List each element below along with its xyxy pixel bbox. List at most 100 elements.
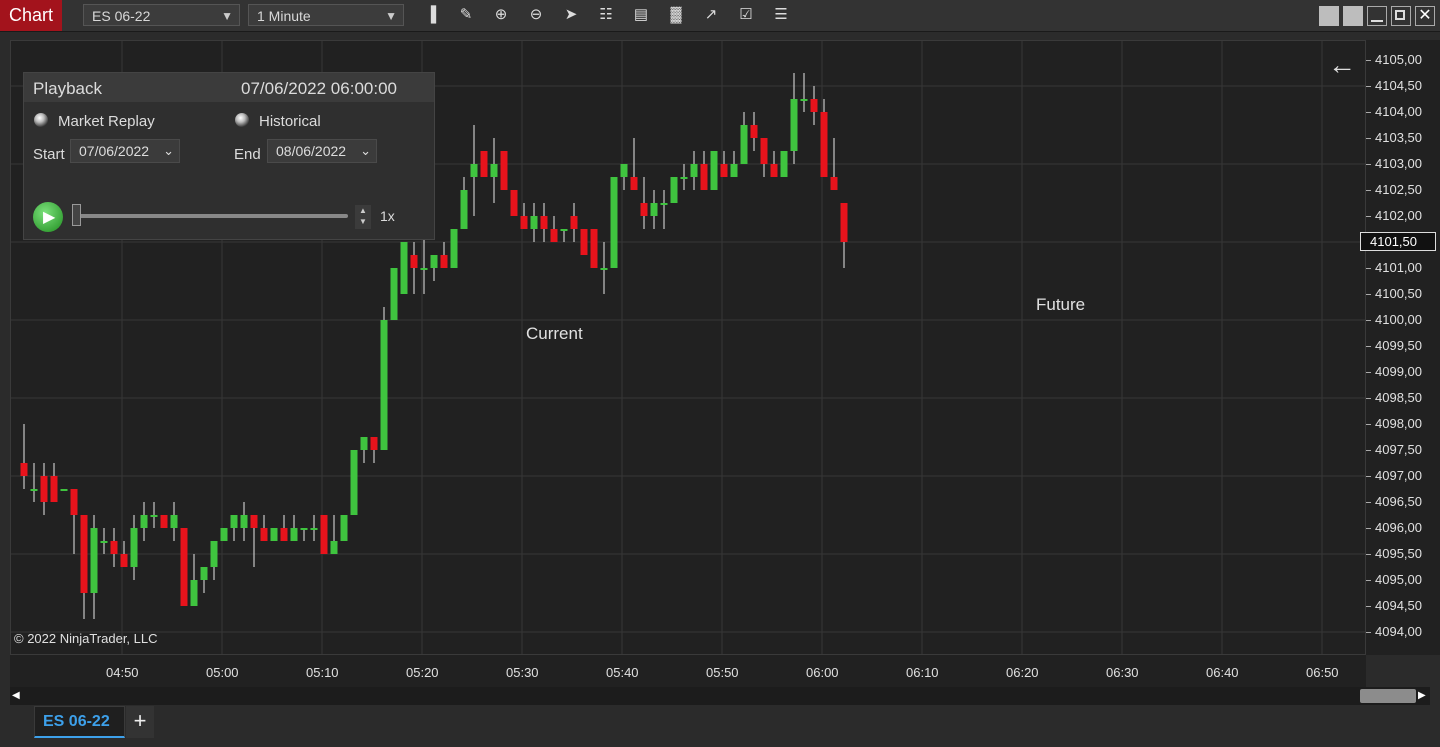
price-tick-label: 4101,00 <box>1375 260 1422 275</box>
candle <box>460 177 468 229</box>
candle <box>360 437 368 463</box>
historical-radio[interactable] <box>235 113 249 127</box>
candle-body <box>20 463 28 476</box>
playback-slider-thumb[interactable] <box>72 204 81 226</box>
playback-slider-track[interactable] <box>76 214 348 218</box>
candle <box>670 177 678 203</box>
link-button[interactable] <box>1343 6 1363 26</box>
price-tick-label: 4094,00 <box>1375 624 1422 639</box>
minimize-button[interactable] <box>1367 6 1387 26</box>
candle-body <box>260 528 268 541</box>
candle-body <box>750 125 758 138</box>
cursor-icon[interactable]: ➤ <box>559 4 583 26</box>
candle-body <box>130 528 138 567</box>
time-tick-label: 05:20 <box>406 665 439 680</box>
candle-body <box>140 515 148 528</box>
play-button[interactable]: ▶ <box>33 202 63 232</box>
candle <box>130 515 138 580</box>
add-tab-button[interactable]: + <box>126 706 154 738</box>
price-axis[interactable]: 4105,00 4104,50 4104,00 4103,50 4103,00 4102,… <box>1360 40 1440 655</box>
candle-body <box>810 99 818 112</box>
candle <box>390 268 398 320</box>
candle <box>760 138 768 177</box>
zoom-out-icon[interactable]: ⊖ <box>524 4 548 26</box>
instrument-selector[interactable]: ES 06-22 ▼ <box>83 4 240 26</box>
time-tick-label: 06:00 <box>806 665 839 680</box>
start-date-picker[interactable]: 07/06/2022 ⌄ <box>70 139 180 163</box>
playback-header: Playback 07/06/2022 06:00:00 <box>24 73 434 102</box>
copyright-text: © 2022 NinjaTrader, LLC <box>14 631 158 646</box>
scroll-thumb[interactable] <box>1360 689 1416 703</box>
maximize-icon <box>1395 10 1405 20</box>
interval-selector[interactable]: 1 Minute ▼ <box>248 4 404 26</box>
price-tick-label: 4099,00 <box>1375 364 1422 379</box>
candle <box>240 502 248 541</box>
candle-body <box>820 112 828 177</box>
candle-body <box>200 567 208 580</box>
candle <box>560 229 568 242</box>
candle-body <box>80 515 88 593</box>
price-tick-mark <box>1366 398 1371 399</box>
candle <box>40 463 48 515</box>
candle-body <box>290 528 298 541</box>
price-tick-label: 4096,00 <box>1375 520 1422 535</box>
candle <box>230 515 238 541</box>
close-button[interactable]: ✕ <box>1415 6 1435 26</box>
candle-body <box>460 190 468 229</box>
price-tick-mark <box>1366 294 1371 295</box>
time-tick-label: 05:40 <box>606 665 639 680</box>
candle-body <box>410 255 418 268</box>
end-date-picker[interactable]: 08/06/2022 ⌄ <box>267 139 377 163</box>
price-tick-mark <box>1366 528 1371 529</box>
candle <box>790 73 798 164</box>
candle-body <box>480 151 488 177</box>
price-tick-label: 4094,50 <box>1375 598 1422 613</box>
time-tick-label: 06:30 <box>1106 665 1139 680</box>
price-tick-mark <box>1366 606 1371 607</box>
candle-body <box>210 541 218 567</box>
chevron-down-icon: ⌄ <box>163 143 174 158</box>
candle-body <box>530 216 538 229</box>
candle-body <box>630 177 638 190</box>
scroll-left-button[interactable]: ◀ <box>12 690 20 701</box>
speed-stepper[interactable]: ▲ ▼ <box>355 205 371 229</box>
candle <box>770 151 778 177</box>
candle <box>220 528 228 541</box>
list-icon[interactable]: ☰ <box>769 4 793 26</box>
candle-body <box>420 268 428 270</box>
candle <box>660 190 668 229</box>
candle <box>330 515 338 554</box>
maximize-button[interactable] <box>1391 6 1411 26</box>
candle-body <box>470 164 478 177</box>
candle <box>160 515 168 528</box>
market-replay-radio[interactable] <box>34 113 48 127</box>
market-replay-label[interactable]: Market Replay <box>58 113 155 130</box>
candle-body <box>190 580 198 606</box>
chart-scrollbar[interactable]: ◀ ▶ <box>10 687 1430 705</box>
time-axis[interactable]: 04:50 05:00 05:10 05:20 05:30 05:40 05:50 06:00… <box>10 655 1366 687</box>
candle <box>310 515 318 541</box>
candle <box>70 489 78 554</box>
data-box-icon[interactable]: ☷ <box>594 4 618 26</box>
last-price-marker: 4101,50 <box>1360 232 1436 251</box>
historical-label[interactable]: Historical <box>259 113 321 130</box>
templates-icon[interactable]: ☑ <box>734 4 758 26</box>
minimize-icon <box>1371 20 1383 22</box>
strategies-icon[interactable]: ▓ <box>664 4 688 26</box>
pin-button[interactable] <box>1319 6 1339 26</box>
pencil-icon[interactable]: ✎ <box>454 4 478 26</box>
candle-body <box>370 437 378 450</box>
tab-es-06-22[interactable]: ES 06-22 <box>34 706 125 738</box>
candle-body <box>610 177 618 268</box>
zoom-in-icon[interactable]: ⊕ <box>489 4 513 26</box>
bar-chart-icon[interactable]: ▐ <box>419 4 443 26</box>
indicators-icon[interactable]: ↗ <box>699 4 723 26</box>
back-arrow-icon[interactable]: ← <box>1328 49 1356 81</box>
candle-body <box>570 216 578 229</box>
scroll-right-button[interactable]: ▶ <box>1418 690 1426 701</box>
candle-body <box>110 541 118 554</box>
candle <box>50 463 58 502</box>
candle <box>270 528 278 541</box>
price-tick-label: 4102,50 <box>1375 182 1422 197</box>
properties-icon[interactable]: ▤ <box>629 4 653 26</box>
